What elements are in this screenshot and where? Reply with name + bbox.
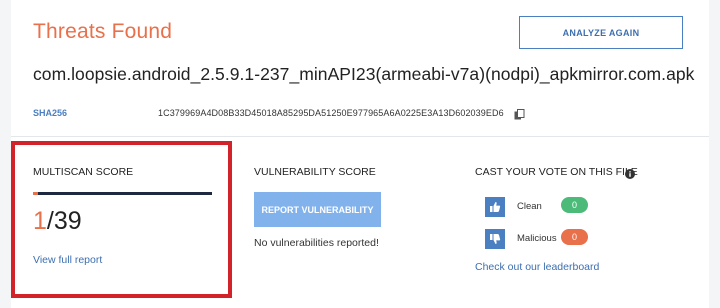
info-icon[interactable]	[625, 166, 635, 179]
multiscan-heading: MULTISCAN SCORE	[33, 166, 134, 178]
vulnerability-status: No vulnerabilities reported!	[254, 237, 379, 249]
sha256-value: 1C379969A4D08B33D45018A85295DA51250E9779…	[158, 108, 504, 118]
page-title: Threats Found	[33, 20, 173, 43]
vote-clean-count: 0	[561, 197, 588, 213]
multiscan-score: 1/39	[33, 207, 82, 236]
multiscan-progress-bar	[33, 192, 212, 195]
detected-count: 1	[33, 207, 47, 235]
thumbs-up-icon[interactable]	[485, 197, 505, 217]
file-name: com.loopsie.android_2.5.9.1-237_minAPI23…	[33, 64, 695, 84]
view-full-report-link[interactable]: View full report	[33, 254, 102, 266]
sha256-label: SHA256	[33, 108, 68, 118]
total-engines: /39	[46, 207, 82, 235]
analyze-again-button[interactable]: ANALYZE AGAIN	[519, 16, 683, 49]
leaderboard-link[interactable]: Check out our leaderboard	[475, 261, 599, 273]
thumbs-down-icon[interactable]	[485, 229, 505, 249]
vulnerability-heading: VULNERABILITY SCORE	[254, 166, 376, 178]
vote-malicious-count: 0	[561, 229, 588, 245]
report-vulnerability-button[interactable]: REPORT VULNERABILITY	[254, 192, 381, 227]
vote-clean-label: Clean	[517, 201, 542, 212]
copy-icon[interactable]	[514, 107, 525, 120]
section-divider	[11, 136, 709, 137]
vote-malicious-label: Malicious	[517, 233, 557, 244]
multiscan-progress-fill	[33, 192, 38, 195]
vote-heading: CAST YOUR VOTE ON THIS FILE	[475, 166, 638, 178]
